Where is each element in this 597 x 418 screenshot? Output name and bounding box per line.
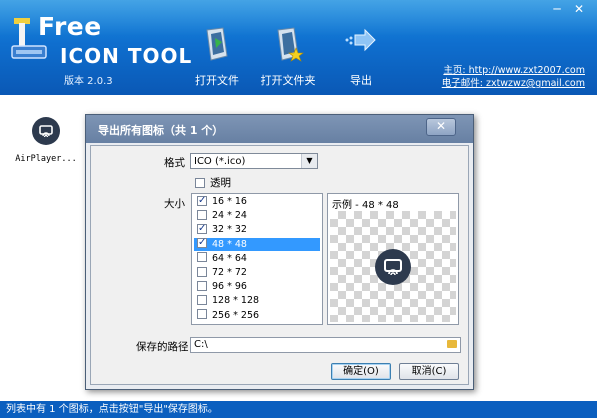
size-checkbox[interactable]	[197, 266, 207, 277]
cancel-button[interactable]: 取消(C)	[399, 363, 459, 380]
size-option-label: 24 * 24	[212, 210, 247, 222]
size-option[interactable]: 128 * 128	[194, 294, 320, 307]
size-option-label: 48 * 48	[212, 238, 247, 250]
size-option[interactable]: 16 * 16	[194, 194, 320, 208]
size-option[interactable]: 72 * 72	[194, 266, 320, 279]
dialog-body: 格式 ICO (*.ico) ▼ 透明 大小 16 * 16 24 * 24 32 …	[90, 145, 469, 385]
app-header: ─ ✕ Free ICON TOOL 版本 2.0.3 打开文件 打开文件夹 导…	[0, 0, 597, 95]
window-close-button[interactable]: ✕	[570, 2, 588, 16]
export-arrow-icon	[345, 28, 376, 52]
size-checkbox[interactable]	[197, 252, 207, 263]
size-option-label: 64 * 64	[212, 252, 247, 264]
transparent-checkbox-row[interactable]: 透明	[195, 175, 231, 190]
save-path-field[interactable]: C:\	[190, 337, 461, 353]
transparent-checkbox[interactable]	[195, 177, 205, 188]
open-file-button[interactable]: 打开文件	[182, 26, 252, 88]
chevron-down-icon[interactable]: ▼	[301, 154, 317, 168]
transparent-label: 透明	[210, 177, 231, 189]
size-option-label: 128 * 128	[212, 295, 260, 307]
dialog-titlebar: 导出所有图标（共 1 个） ✕	[86, 115, 473, 143]
version-label: 版本 2.0.3	[64, 76, 113, 87]
size-checkbox[interactable]	[197, 236, 207, 249]
airplay-icon	[39, 125, 53, 138]
size-option[interactable]: 32 * 32	[194, 222, 320, 236]
brand-title-line2: ICON TOOL	[60, 44, 193, 68]
size-checkbox[interactable]	[197, 294, 207, 305]
size-option-label: 72 * 72	[212, 267, 247, 278]
preview-canvas	[330, 211, 456, 322]
size-option-label: 32 * 32	[212, 224, 247, 236]
open-folder-icon	[277, 27, 304, 62]
size-option-label: 256 * 256	[212, 309, 260, 321]
homepage-link[interactable]: 主页: http://www.zxt2007.com	[443, 62, 585, 76]
export-button[interactable]: 导出	[326, 26, 396, 88]
preview-title: 示例 - 48 * 48	[332, 200, 399, 211]
minimize-button[interactable]: ─	[548, 2, 566, 16]
format-select[interactable]: ICO (*.ico) ▼	[190, 153, 318, 169]
open-file-icon	[206, 27, 228, 61]
format-value: ICO (*.ico)	[194, 156, 246, 167]
format-label: 格式	[164, 157, 185, 169]
email-link[interactable]: 电子邮件: zxtwzwz@gmail.com	[442, 75, 585, 89]
size-option[interactable]: 24 * 24	[194, 209, 320, 222]
size-option[interactable]: 64 * 64	[194, 252, 320, 265]
size-checkbox[interactable]	[197, 209, 207, 220]
icon-list-item[interactable]	[32, 117, 60, 145]
size-list[interactable]: 16 * 16 24 * 24 32 * 32 48 * 48 64 * 64 72 * …	[191, 193, 323, 325]
path-label: 保存的路径	[136, 341, 189, 353]
size-option[interactable]: 48 * 48	[194, 236, 320, 251]
export-dialog: 导出所有图标（共 1 个） ✕ 格式 ICO (*.ico) ▼ 透明 大小 1…	[85, 114, 474, 390]
size-option-label: 96 * 96	[212, 281, 247, 293]
open-folder-label: 打开文件夹	[260, 74, 316, 87]
size-checkbox[interactable]	[197, 309, 207, 320]
airplay-icon	[384, 259, 402, 276]
folder-icon[interactable]	[447, 340, 457, 348]
size-checkbox[interactable]	[197, 280, 207, 291]
dialog-close-button[interactable]: ✕	[426, 118, 456, 136]
size-checkbox[interactable]	[197, 194, 207, 207]
save-path-value: C:\	[194, 339, 208, 350]
preview-icon	[375, 249, 411, 285]
export-label: 导出	[350, 74, 372, 87]
size-option-label: 16 * 16	[212, 196, 247, 207]
size-label: 大小	[164, 198, 185, 210]
size-option[interactable]: 256 * 256	[194, 309, 320, 322]
dialog-title: 导出所有图标（共 1 个）	[98, 124, 224, 137]
preview-panel: 示例 - 48 * 48	[327, 193, 459, 325]
icon-list-item-name: AirPlayer...	[15, 154, 77, 164]
brand-title-line1: Free	[38, 12, 102, 41]
open-folder-button[interactable]: 打开文件夹	[253, 26, 323, 88]
size-checkbox[interactable]	[197, 222, 207, 235]
open-file-label: 打开文件	[195, 74, 239, 87]
status-bar: 列表中有 1 个图标，点击按钮"导出"保存图标。	[0, 401, 597, 418]
ok-button[interactable]: 确定(O)	[331, 363, 391, 380]
size-option[interactable]: 96 * 96	[194, 280, 320, 293]
